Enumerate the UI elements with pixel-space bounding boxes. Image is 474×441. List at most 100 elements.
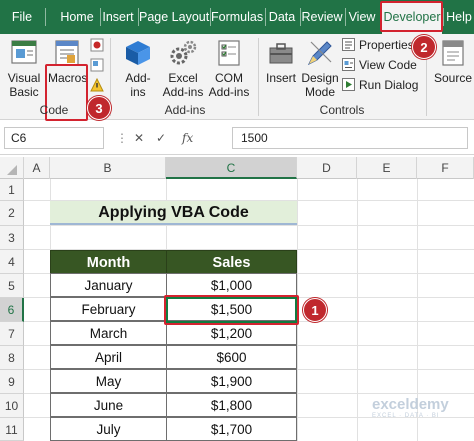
view-code-button[interactable]: View Code (342, 56, 417, 74)
view-code-label: View Code (359, 58, 417, 72)
column-header-c[interactable]: C (166, 157, 297, 179)
month-cell[interactable]: April (50, 345, 167, 369)
macros-icon (55, 40, 79, 66)
month-cell[interactable]: July (50, 417, 167, 441)
column-header-b[interactable]: B (50, 157, 166, 179)
com-addins-label-line2: Add-ins (208, 85, 250, 99)
source-label: Source (433, 71, 473, 85)
com-addins-label-line1: COM (215, 71, 243, 85)
month-cell[interactable]: June (50, 393, 167, 417)
row-header-10[interactable]: 10 (0, 394, 24, 418)
tab-view[interactable]: View (346, 0, 378, 34)
row-header-8[interactable]: 8 (0, 346, 24, 370)
excel-addins-gear-icon (170, 40, 197, 65)
tab-help[interactable]: Help (444, 0, 474, 34)
record-macro-icon[interactable] (90, 38, 104, 52)
macro-security-icon[interactable] (90, 78, 104, 92)
column-header-e[interactable]: E (357, 157, 417, 179)
column-header-bar: A B C D E F (0, 157, 474, 179)
sales-cell[interactable]: $1,700 (166, 417, 297, 441)
addins-icon (126, 41, 150, 65)
tab-file[interactable]: File (2, 0, 42, 34)
tab-formulas[interactable]: Formulas (211, 0, 263, 34)
row-header-5[interactable]: 5 (0, 274, 24, 298)
com-addins-icon (218, 40, 240, 66)
cancel-icon[interactable]: ✕ (134, 127, 144, 149)
run-dialog-button[interactable]: Run Dialog (342, 76, 418, 94)
column-header-f[interactable]: F (417, 157, 474, 179)
sales-cell[interactable]: $1,200 (166, 321, 297, 345)
name-box[interactable]: C6 (4, 127, 104, 149)
com-addins-button[interactable]: COM Add-ins (206, 38, 252, 99)
addins-button[interactable]: Add- ins (118, 38, 158, 99)
properties-label: Properties (359, 38, 414, 52)
visual-basic-button[interactable]: Visual Basic (4, 38, 44, 99)
sales-cell[interactable]: $1,000 (166, 273, 297, 297)
column-header-a[interactable]: A (24, 157, 50, 179)
tab-developer[interactable]: Developer (382, 3, 442, 34)
group-divider (258, 38, 259, 116)
month-cell[interactable]: February (50, 297, 167, 321)
macros-button[interactable]: Macros (48, 38, 88, 85)
header-cell-sales[interactable]: Sales (166, 250, 297, 274)
month-cell[interactable]: March (50, 321, 167, 345)
addins-group-label: Add-ins (164, 103, 206, 117)
watermark-logo: exceldemy EXCEL · DATA · BI (372, 396, 449, 419)
excel-addins-label-line1: Excel (168, 71, 198, 85)
toolbox-icon (269, 43, 293, 64)
ribbon: Visual Basic Macros Code Add- ins Excel … (0, 34, 474, 121)
row-header-3[interactable]: 3 (0, 226, 24, 250)
insert-control-button[interactable]: Insert (262, 38, 300, 85)
visual-basic-icon (11, 40, 37, 64)
properties-button[interactable]: Properties (342, 36, 414, 54)
month-cell[interactable]: January (50, 273, 167, 297)
sales-cell-selected[interactable]: $1,500 (166, 297, 297, 321)
select-all-corner[interactable] (0, 157, 24, 179)
controls-group-label: Controls (319, 103, 365, 117)
row-header-6[interactable]: 6 (0, 298, 24, 322)
sales-cell[interactable]: $1,800 (166, 393, 297, 417)
month-cell[interactable]: May (50, 369, 167, 393)
sheet-title-cell[interactable]: Applying VBA Code (50, 201, 297, 225)
ribbon-tab-bar: File Home Insert Page Layout Formulas Da… (0, 0, 474, 34)
run-dialog-icon (342, 78, 355, 91)
excel-addins-button[interactable]: Excel Add-ins (160, 38, 206, 99)
row-header-11[interactable]: 11 (0, 418, 24, 441)
watermark-tagline: EXCEL · DATA · BI (372, 413, 440, 419)
source-button[interactable]: Source (432, 38, 474, 85)
tab-home[interactable]: Home (56, 0, 98, 34)
insert-function-icon[interactable]: fx (182, 127, 193, 149)
row-header-7[interactable]: 7 (0, 322, 24, 346)
design-mode-button[interactable]: Design Mode (300, 38, 340, 99)
vertical-dots-icon: ⋮ (116, 131, 128, 145)
sales-cell[interactable]: $600 (166, 345, 297, 369)
excel-addins-label-line2: Add-ins (162, 85, 204, 99)
macros-label: Macros (48, 71, 88, 85)
callout-step-3: 3 (87, 96, 111, 120)
tab-data[interactable]: Data (266, 0, 298, 34)
gridline (357, 179, 358, 441)
tab-page-layout[interactable]: Page Layout (139, 0, 209, 34)
design-mode-icon (307, 41, 332, 66)
enter-icon[interactable]: ✓ (156, 127, 166, 149)
formula-input[interactable]: 1500 (232, 127, 468, 149)
callout-step-2: 2 (412, 35, 436, 59)
sales-cell[interactable]: $1,900 (166, 369, 297, 393)
row-header-2[interactable]: 2 (0, 201, 24, 226)
properties-icon (342, 38, 355, 51)
row-header-9[interactable]: 9 (0, 370, 24, 394)
column-header-d[interactable]: D (297, 157, 357, 179)
watermark-brand: exceldemy (372, 396, 449, 413)
select-all-triangle-icon (6, 165, 17, 175)
relative-references-icon[interactable] (90, 58, 104, 72)
visual-basic-label-line1: Visual (7, 71, 41, 85)
design-mode-label-line2: Mode (304, 85, 336, 99)
gridline (24, 225, 474, 226)
tab-divider (45, 8, 46, 26)
header-cell-month[interactable]: Month (50, 250, 167, 274)
tab-review[interactable]: Review (301, 0, 343, 34)
tab-insert[interactable]: Insert (100, 0, 136, 34)
row-header-1[interactable]: 1 (0, 179, 24, 201)
row-header-4[interactable]: 4 (0, 250, 24, 274)
design-mode-label-line1: Design (301, 71, 339, 85)
